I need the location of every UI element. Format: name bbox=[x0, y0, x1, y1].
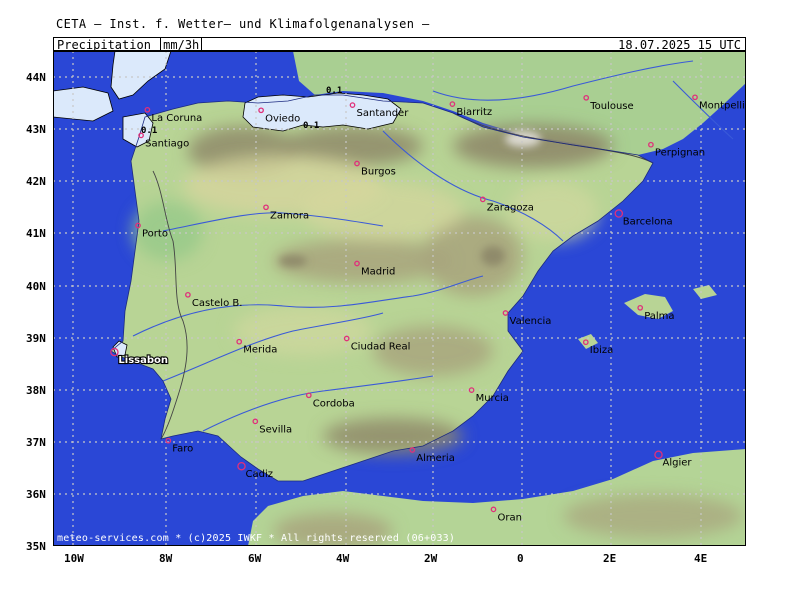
city-label: Burgos bbox=[361, 167, 396, 178]
city-label: Cordoba bbox=[313, 398, 355, 409]
lat-label: 39N bbox=[26, 332, 46, 345]
copyright-footer: meteo-services.com * (c)2025 IWKF * All … bbox=[57, 533, 456, 544]
lon-label: 8W bbox=[159, 552, 173, 565]
city-label: La Coruna bbox=[151, 113, 202, 124]
lon-label: 2E bbox=[603, 552, 617, 565]
city-label: Oran bbox=[498, 512, 522, 523]
variable-label: Precipitation_ mm/3h bbox=[57, 37, 203, 53]
lon-label: 4E bbox=[694, 552, 708, 565]
lon-label: 4W bbox=[336, 552, 350, 565]
city-label: Madrid bbox=[361, 267, 395, 278]
city-label: Merida bbox=[243, 345, 277, 356]
lon-label: 0 bbox=[517, 552, 524, 565]
city-label: Barcelona bbox=[623, 217, 673, 228]
precip-label: 0.1 bbox=[303, 121, 319, 131]
lat-label: 40N bbox=[26, 280, 46, 293]
valid-time: 18.07.2025 15 UTC bbox=[618, 38, 741, 52]
lon-label: 6W bbox=[248, 552, 262, 565]
title-bar: Precipitation_ mm/3h 18.07.2025 15 UTC bbox=[53, 37, 746, 53]
lat-label: 44N bbox=[26, 71, 46, 84]
city-label: Oviedo bbox=[265, 113, 300, 124]
city-label: Perpignan bbox=[655, 148, 705, 159]
lat-label: 43N bbox=[26, 123, 46, 136]
lat-label: 42N bbox=[26, 175, 46, 188]
city-label: Sevilla bbox=[259, 424, 292, 435]
city-label: Biarritz bbox=[456, 107, 492, 118]
lon-label: 2W bbox=[424, 552, 438, 565]
city-label: Faro bbox=[172, 444, 193, 455]
city-label: Montpellier bbox=[699, 100, 746, 111]
city-label: Santander bbox=[357, 108, 410, 119]
lat-label: 41N bbox=[26, 227, 46, 240]
lat-label: 37N bbox=[26, 436, 46, 449]
city-label: Algier bbox=[663, 458, 693, 469]
lat-label: 35N bbox=[26, 540, 46, 553]
city-label: Santiago bbox=[145, 138, 189, 149]
precip-label: 0.1 bbox=[326, 86, 342, 96]
precip-area-sea bbox=[53, 86, 114, 122]
city-label: Ciudad Real bbox=[351, 342, 411, 353]
city-label: Almeria bbox=[416, 453, 455, 464]
city-label: Castelo B. bbox=[192, 298, 243, 309]
lat-label: 38N bbox=[26, 384, 46, 397]
header-title: CETA – Inst. f. Wetter– und Klimafolgena… bbox=[56, 17, 430, 31]
city-label: Zaragoza bbox=[487, 202, 534, 213]
city-label: Zamora bbox=[270, 210, 309, 221]
city-label: Ibiza bbox=[590, 345, 613, 356]
city-label: Palma bbox=[644, 311, 674, 322]
lat-label: 36N bbox=[26, 488, 46, 501]
city-label: Valencia bbox=[510, 316, 552, 327]
city-label: Toulouse bbox=[589, 101, 633, 112]
city-label: Murcia bbox=[476, 393, 509, 404]
city-label: Porto bbox=[142, 229, 168, 240]
precipitation-map: 0.1 0.1 0.1 La Coruna Oviedo Santander Biar… bbox=[53, 51, 746, 546]
city-label: Lissabon bbox=[118, 355, 168, 366]
lon-label: 10W bbox=[64, 552, 84, 565]
city-label: Cadiz bbox=[246, 469, 274, 480]
